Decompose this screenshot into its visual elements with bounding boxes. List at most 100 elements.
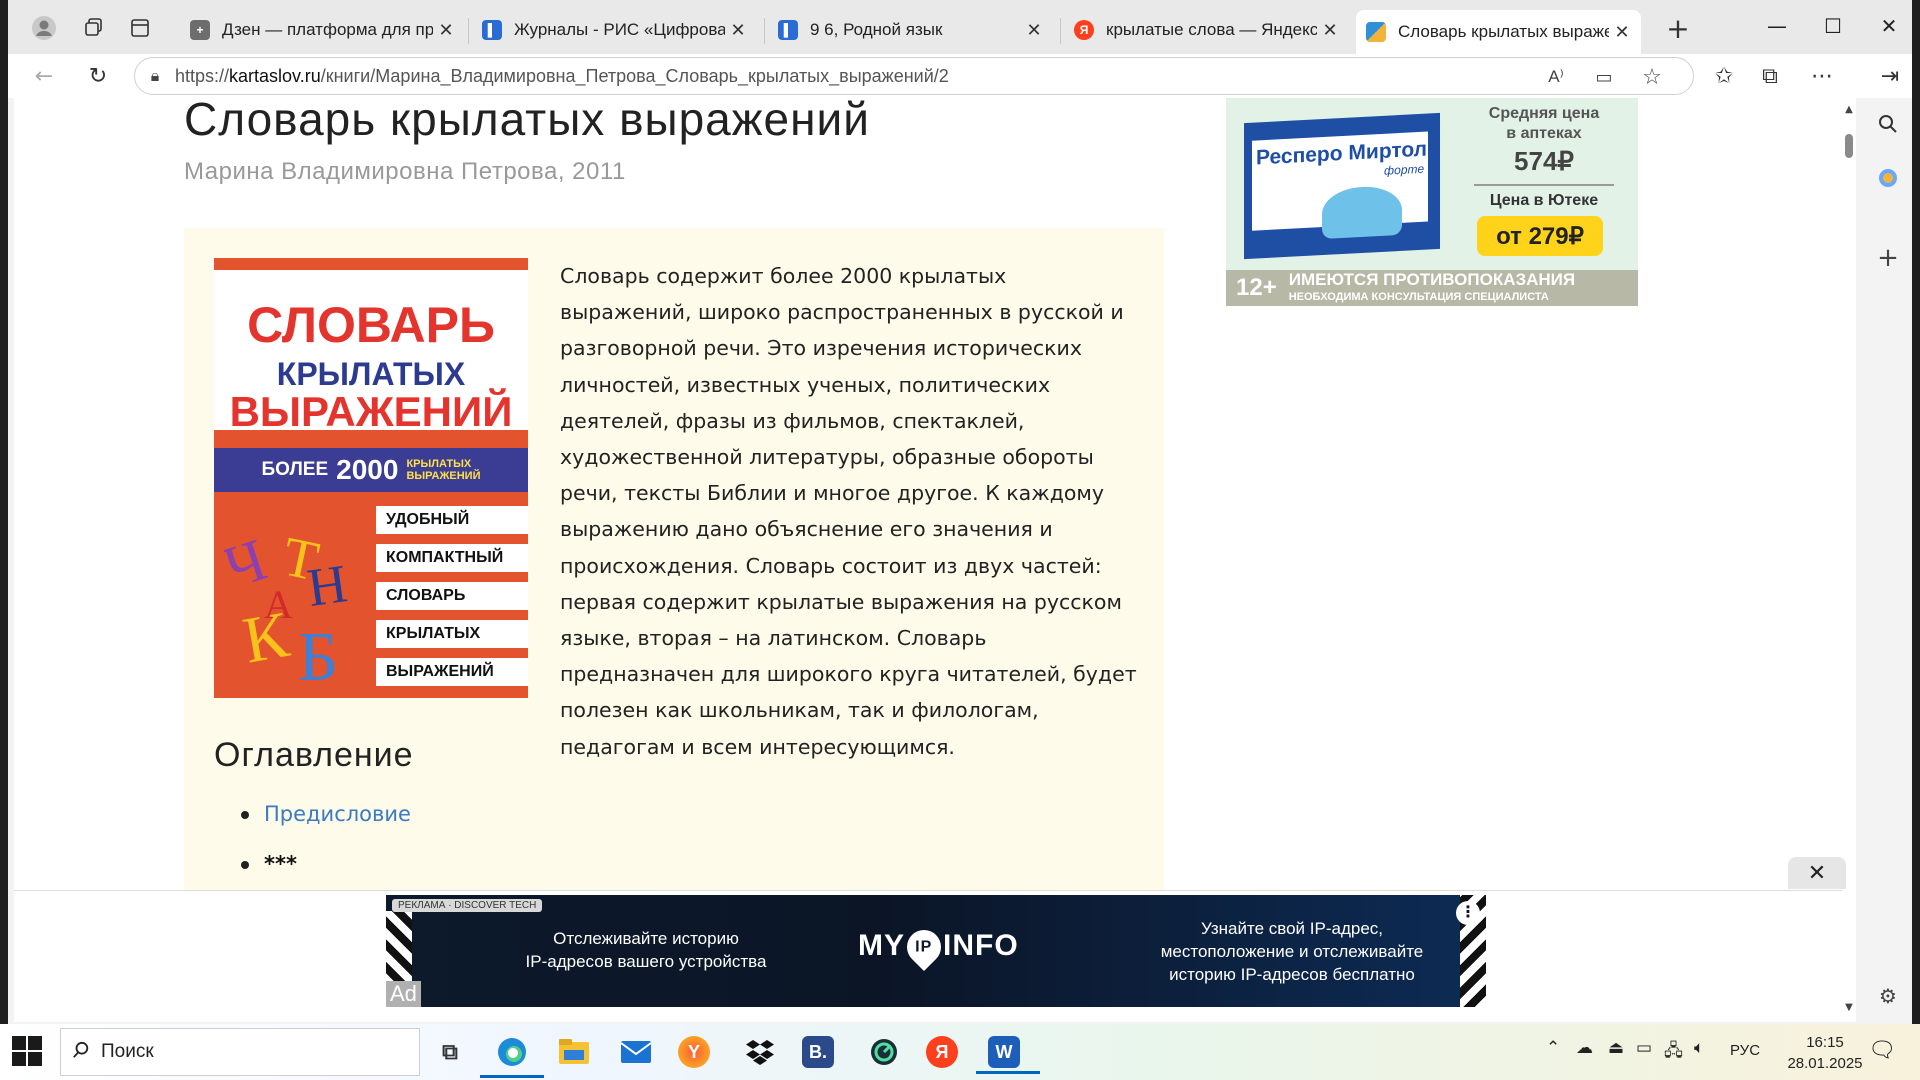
book-description: Словарь содержит более 2000 крылатых выр…	[560, 264, 1137, 759]
mail-icon[interactable]	[616, 1032, 656, 1072]
book-cover[interactable]: СЛОВАРЬ КРЫЛАТЫХ ВЫРАЖЕНИЙ БОЛЕЕ 2000 КР…	[214, 258, 528, 698]
more-menu-icon[interactable]: ⋯	[1804, 58, 1840, 94]
sidebar-toggle-icon[interactable]: ⇥	[1872, 58, 1908, 94]
myipinfo-logo: MY IP INFO	[858, 923, 1019, 972]
vk-icon[interactable]: B.	[802, 1036, 834, 1068]
ad-tag: Ad	[386, 981, 421, 1007]
tab-actions-icon[interactable]	[124, 12, 156, 44]
close-tab-icon[interactable]: ✕	[1021, 20, 1047, 41]
collections-icon[interactable]: ⧉	[1752, 58, 1788, 94]
tab-separator	[468, 18, 469, 44]
browser-window: + Дзен — платформа для просмо ✕ ▌ Журнал…	[8, 0, 1912, 1024]
plus-square-icon: +	[190, 20, 210, 40]
taskbar-search[interactable]: Поиск	[60, 1028, 420, 1076]
lungs-illustration	[1322, 184, 1402, 240]
chevron-up-icon[interactable]: ⌃	[1546, 1038, 1560, 1058]
minimize-icon[interactable]: —	[1752, 8, 1802, 44]
list-item: Предисловие	[214, 794, 411, 844]
toc-list: Предисловие ***	[214, 794, 411, 894]
favorite-star-icon[interactable]: ☆	[1637, 62, 1667, 92]
address-bar[interactable]: 🔒︎ https://kartaslov.ru/книги/Марина_Вла…	[134, 57, 1694, 95]
close-tab-icon[interactable]: ✕	[1609, 22, 1635, 43]
network-icon[interactable]: 🖧︎	[1664, 1038, 1683, 1067]
search-icon[interactable]	[1874, 110, 1902, 138]
cover-title-area: СЛОВАРЬ КРЫЛАТЫХ ВЫРАЖЕНИЙ	[214, 270, 528, 435]
ad-price-badge: от 279₽	[1477, 216, 1603, 256]
tab-separator	[1060, 18, 1061, 44]
list-item: ***	[214, 844, 411, 894]
windows-start-icon[interactable]	[12, 1036, 44, 1068]
close-tab-icon[interactable]: ✕	[1317, 20, 1343, 41]
toc-title: Оглавление	[214, 736, 414, 774]
yandex-browser-icon[interactable]: Y	[678, 1036, 710, 1068]
ad-banner-myipinfo[interactable]: РЕКЛАМА · DISCOVER TECH Отслеживайте ист…	[386, 895, 1486, 1007]
close-tab-icon[interactable]: ✕	[725, 20, 751, 41]
task-view-icon[interactable]: ⧉	[430, 1032, 470, 1072]
profile-icon[interactable]	[28, 12, 60, 44]
battery-icon[interactable]: ▭	[1636, 1038, 1652, 1058]
bottom-ad-container: ✕ РЕКЛАМА · DISCOVER TECH Отслеживайте и…	[14, 857, 1846, 1022]
onedrive-icon[interactable]: ☁	[1576, 1038, 1593, 1058]
scroll-up-icon[interactable]: ▲	[1844, 104, 1854, 115]
ad-warning: 12+ ИМЕЮТСЯ ПРОТИВОПОКАЗАНИЯ НЕОБХОДИМА К…	[1226, 270, 1638, 306]
new-tab-icon[interactable]: +	[1662, 12, 1694, 45]
usb-icon[interactable]: ⏏	[1608, 1038, 1624, 1058]
reader-mode-icon[interactable]: ▭	[1589, 62, 1619, 92]
scroll-down-icon[interactable]: ▼	[1844, 1002, 1854, 1013]
cover-band: БОЛЕЕ 2000 КРЫЛАТЫХ ВЫРАЖЕНИЙ	[214, 448, 528, 492]
back-icon[interactable]: ←	[26, 58, 62, 94]
ad-label: РЕКЛАМА · DISCOVER TECH	[392, 899, 543, 912]
toc-link-preface[interactable]: Предисловие	[264, 802, 411, 826]
word-icon[interactable]: W	[976, 1036, 1040, 1074]
windows-taskbar: Поиск ⧉ Y B. Я W ⌃ ☁ ⏏ ▭ 🖧︎ 🔈︎ РУС 16:15…	[0, 1024, 1920, 1080]
workspaces-icon[interactable]	[78, 12, 110, 44]
document-icon: ▌	[482, 20, 502, 40]
ad-banner-medicine[interactable]: Респеро Миртол форте Средняя цена в аптек…	[1226, 98, 1638, 306]
page-viewport: Словарь крылатых выражений Марина Владим…	[14, 98, 1856, 1022]
svg-text:Б: Б	[298, 619, 338, 688]
tab-rodnoy-yazyk[interactable]: ▌ 9 6, Родной язык ✕	[768, 10, 1053, 50]
product-box: Респеро Миртол форте	[1244, 112, 1440, 260]
close-tab-icon[interactable]: ✕	[433, 20, 459, 41]
tab-separator	[764, 18, 765, 44]
toc-item-stars: ***	[264, 852, 297, 876]
lock-icon[interactable]: 🔒︎	[135, 66, 175, 86]
svg-text:Н: Н	[304, 553, 351, 618]
maximize-icon[interactable]: ☐	[1808, 8, 1858, 44]
edge-icon[interactable]	[480, 1032, 544, 1078]
volume-icon[interactable]: 🔈︎	[1694, 1038, 1704, 1058]
tab-journals[interactable]: ▌ Журналы - РИС «Цифровая обр ✕	[472, 10, 757, 50]
read-aloud-icon[interactable]: A⁾	[1541, 62, 1571, 92]
yandex-icon: Я	[1074, 20, 1094, 40]
language-indicator[interactable]: РУС	[1730, 1042, 1760, 1059]
search-icon	[61, 1040, 101, 1064]
notifications-icon[interactable]: 🗨︎	[1868, 1038, 1896, 1063]
tab-dzen[interactable]: + Дзен — платформа для просмо ✕	[180, 10, 465, 50]
document-icon: ▌	[778, 20, 798, 40]
cover-letters-art: Ч Т Н К Б А	[224, 525, 351, 688]
close-window-icon[interactable]: ✕	[1864, 8, 1912, 44]
tab-slovar-active[interactable]: Словарь крылатых выражений ✕	[1356, 10, 1641, 54]
system-clock[interactable]: 16:15 28.01.2025	[1780, 1032, 1870, 1074]
file-explorer-icon[interactable]	[554, 1032, 594, 1072]
copilot-icon[interactable]	[1874, 164, 1902, 192]
close-ad-icon[interactable]: ✕	[1788, 857, 1846, 889]
page-title: Словарь крылатых выражений	[184, 98, 870, 145]
book-author: Марина Владимировна Петрова, 2011	[184, 158, 626, 185]
ad-options-icon[interactable]: ⋮	[1456, 901, 1480, 925]
edge-side-panel: + ⚙	[1864, 98, 1912, 1022]
svg-text:А: А	[264, 582, 293, 627]
address-url[interactable]: https://kartaslov.ru/книги/Марина_Владим…	[175, 66, 949, 87]
browser-toolbar: ← ↻ 🔒︎ https://kartaslov.ru/книги/Марина…	[8, 54, 1912, 98]
book-icon	[1366, 22, 1386, 42]
gear-icon[interactable]: ⚙	[1874, 982, 1902, 1010]
reload-icon[interactable]: ↻	[80, 58, 116, 94]
yandex-icon[interactable]: Я	[926, 1036, 958, 1068]
favorites-icon[interactable]: ✩	[1706, 58, 1742, 94]
tab-yandex[interactable]: Я крылатые слова — Яндекс: наш ✕	[1064, 10, 1349, 50]
add-panel-icon[interactable]: +	[1874, 243, 1902, 273]
tab-bar: + Дзен — платформа для просмо ✕ ▌ Журнал…	[8, 0, 1912, 54]
timer-app-icon[interactable]	[864, 1032, 904, 1072]
dropbox-icon[interactable]	[740, 1032, 780, 1072]
scroll-thumb[interactable]	[1845, 134, 1853, 158]
